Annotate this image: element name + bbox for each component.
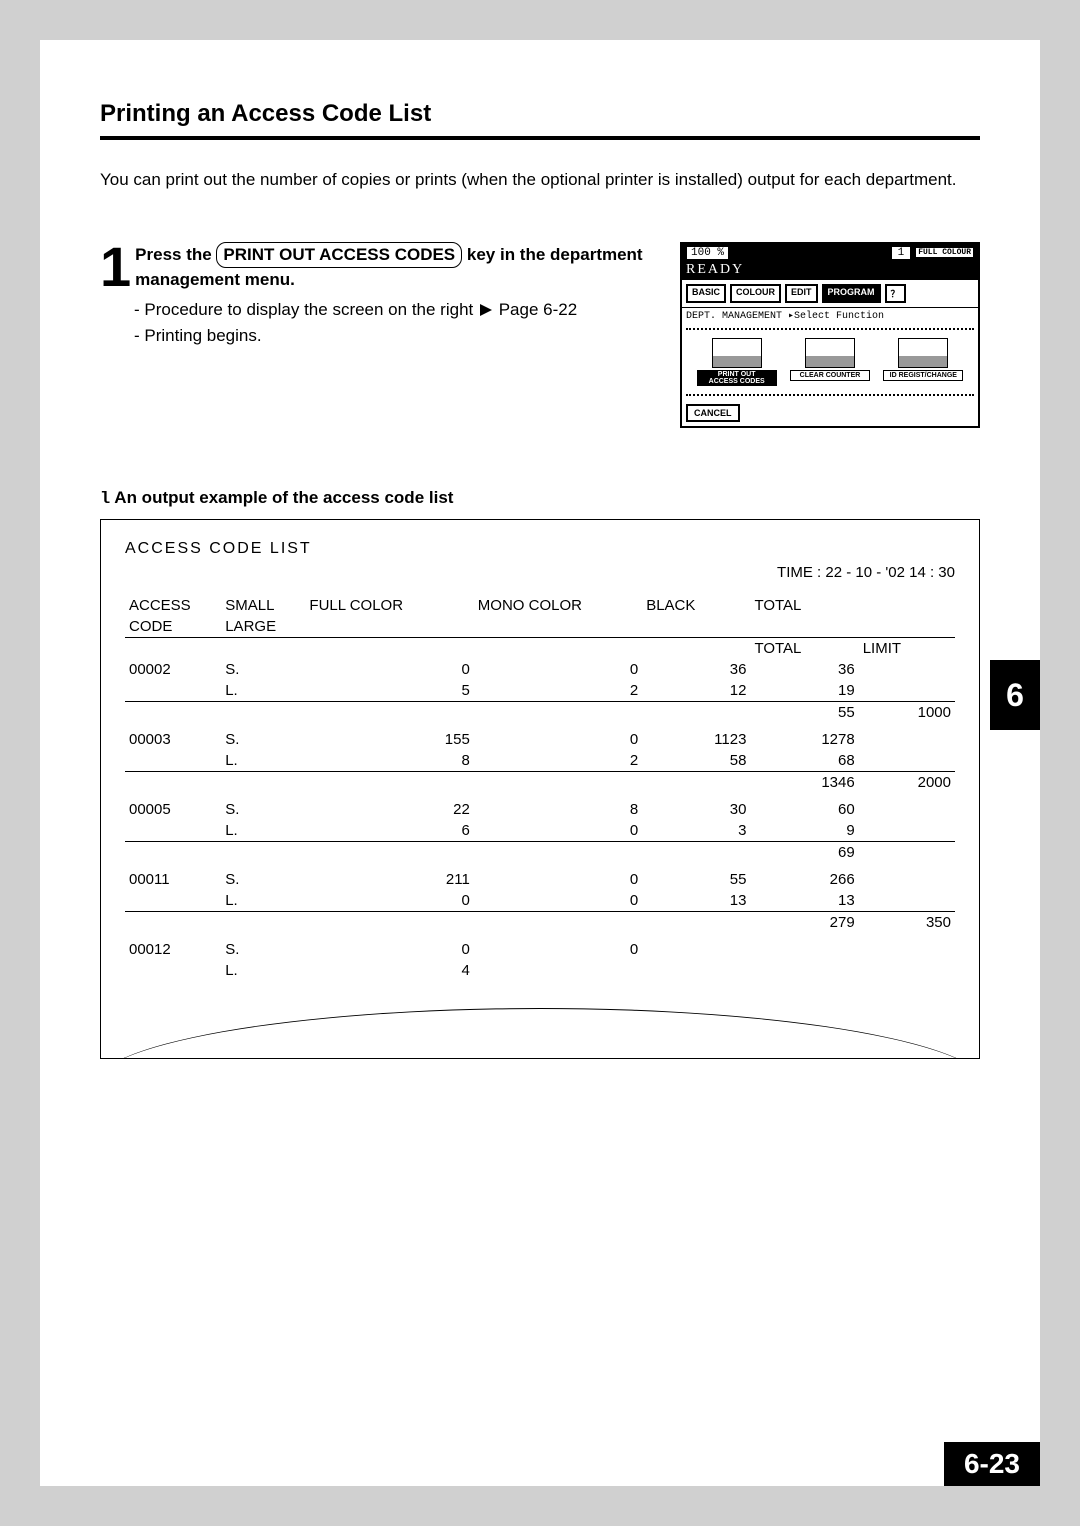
help-icon[interactable]: ？ [885, 284, 906, 303]
page-number: 6-23 [944, 1442, 1040, 1486]
table-row: 00012S.00 [125, 939, 955, 960]
func-clear-counter[interactable]: CLEAR COUNTER [790, 338, 870, 386]
step-number: 1 [100, 242, 131, 292]
col-monocolor: MONO COLOR [474, 595, 642, 616]
torn-edge [100, 1008, 980, 1059]
print-list-icon [712, 338, 762, 368]
table-row: L.825868 [125, 750, 955, 772]
func-id-regist-change[interactable]: ID REGIST/CHANGE [883, 338, 963, 386]
copy-count: 1 [891, 246, 912, 260]
breadcrumb: DEPT. MANAGEMENT ▸Select Function [682, 308, 978, 324]
col-black: BLACK [642, 595, 750, 616]
example-heading: An output example of the access code lis… [114, 488, 453, 507]
copier-screen: 100 % 1 FULL COLOUR READY BASIC COLOUR E… [680, 242, 980, 428]
keycap-print-out-access-codes: PRINT OUT ACCESS CODES [216, 242, 462, 268]
register-icon [898, 338, 948, 368]
step-1: 1 Press the PRINT OUT ACCESS CODES key i… [100, 242, 980, 428]
col-fullcolor: FULL COLOR [305, 595, 473, 616]
example-marker: l [100, 490, 110, 509]
table-row: L.001313 [125, 890, 955, 912]
step-lead: Press the [135, 245, 216, 264]
section-title: Printing an Access Code List [100, 100, 980, 140]
access-code-table: ACCESS SMALL FULL COLOR MONO COLOR BLACK… [125, 595, 955, 981]
printout-timestamp: TIME : 22 - 10 - '02 14 : 30 [125, 564, 955, 581]
col-access: ACCESS [125, 595, 221, 616]
table-subtotal-row: 69 [125, 841, 955, 869]
manual-page: Printing an Access Code List You can pri… [40, 40, 1040, 1486]
col-small: SMALL [221, 595, 305, 616]
col-total: TOTAL [750, 595, 858, 616]
table-row: 00005S.2283060 [125, 799, 955, 820]
table-subtotal-row: 279350 [125, 911, 955, 939]
ready-status: READY [682, 262, 978, 280]
intro-paragraph: You can print out the number of copies o… [100, 168, 980, 192]
colour-mode-badge: FULL COLOUR [915, 247, 974, 258]
printout-title: ACCESS CODE LIST [125, 540, 955, 558]
table-subtotal-row: 13462000 [125, 771, 955, 799]
tab-basic[interactable]: BASIC [686, 284, 726, 303]
table-row: L.6039 [125, 820, 955, 842]
table-subtotal-row: 551000 [125, 701, 955, 729]
table-row: 00003S.155011231278 [125, 729, 955, 750]
page-ref: Page 6-22 [499, 300, 577, 319]
access-code-list-printout: ACCESS CODE LIST TIME : 22 - 10 - '02 14… [100, 519, 980, 1059]
counter-icon [805, 338, 855, 368]
table-row: L.4 [125, 960, 955, 981]
step-sub-a: - Procedure to display the screen on the… [134, 300, 478, 319]
tab-edit[interactable]: EDIT [785, 284, 818, 303]
cancel-button[interactable]: CANCEL [686, 404, 740, 422]
table-row: L.521219 [125, 680, 955, 702]
page-ref-arrow-icon [480, 304, 492, 316]
step-sub-b: - Printing begins. [134, 323, 660, 349]
tab-program[interactable]: PROGRAM [822, 284, 881, 303]
tab-colour[interactable]: COLOUR [730, 284, 781, 303]
chapter-tab: 6 [990, 660, 1040, 730]
func-print-out-access-codes[interactable]: PRINT OUTACCESS CODES [697, 338, 777, 386]
table-row: 00011S.211055266 [125, 869, 955, 890]
zoom-indicator: 100 % [686, 246, 729, 260]
table-row: 00002S.003636 [125, 659, 955, 680]
